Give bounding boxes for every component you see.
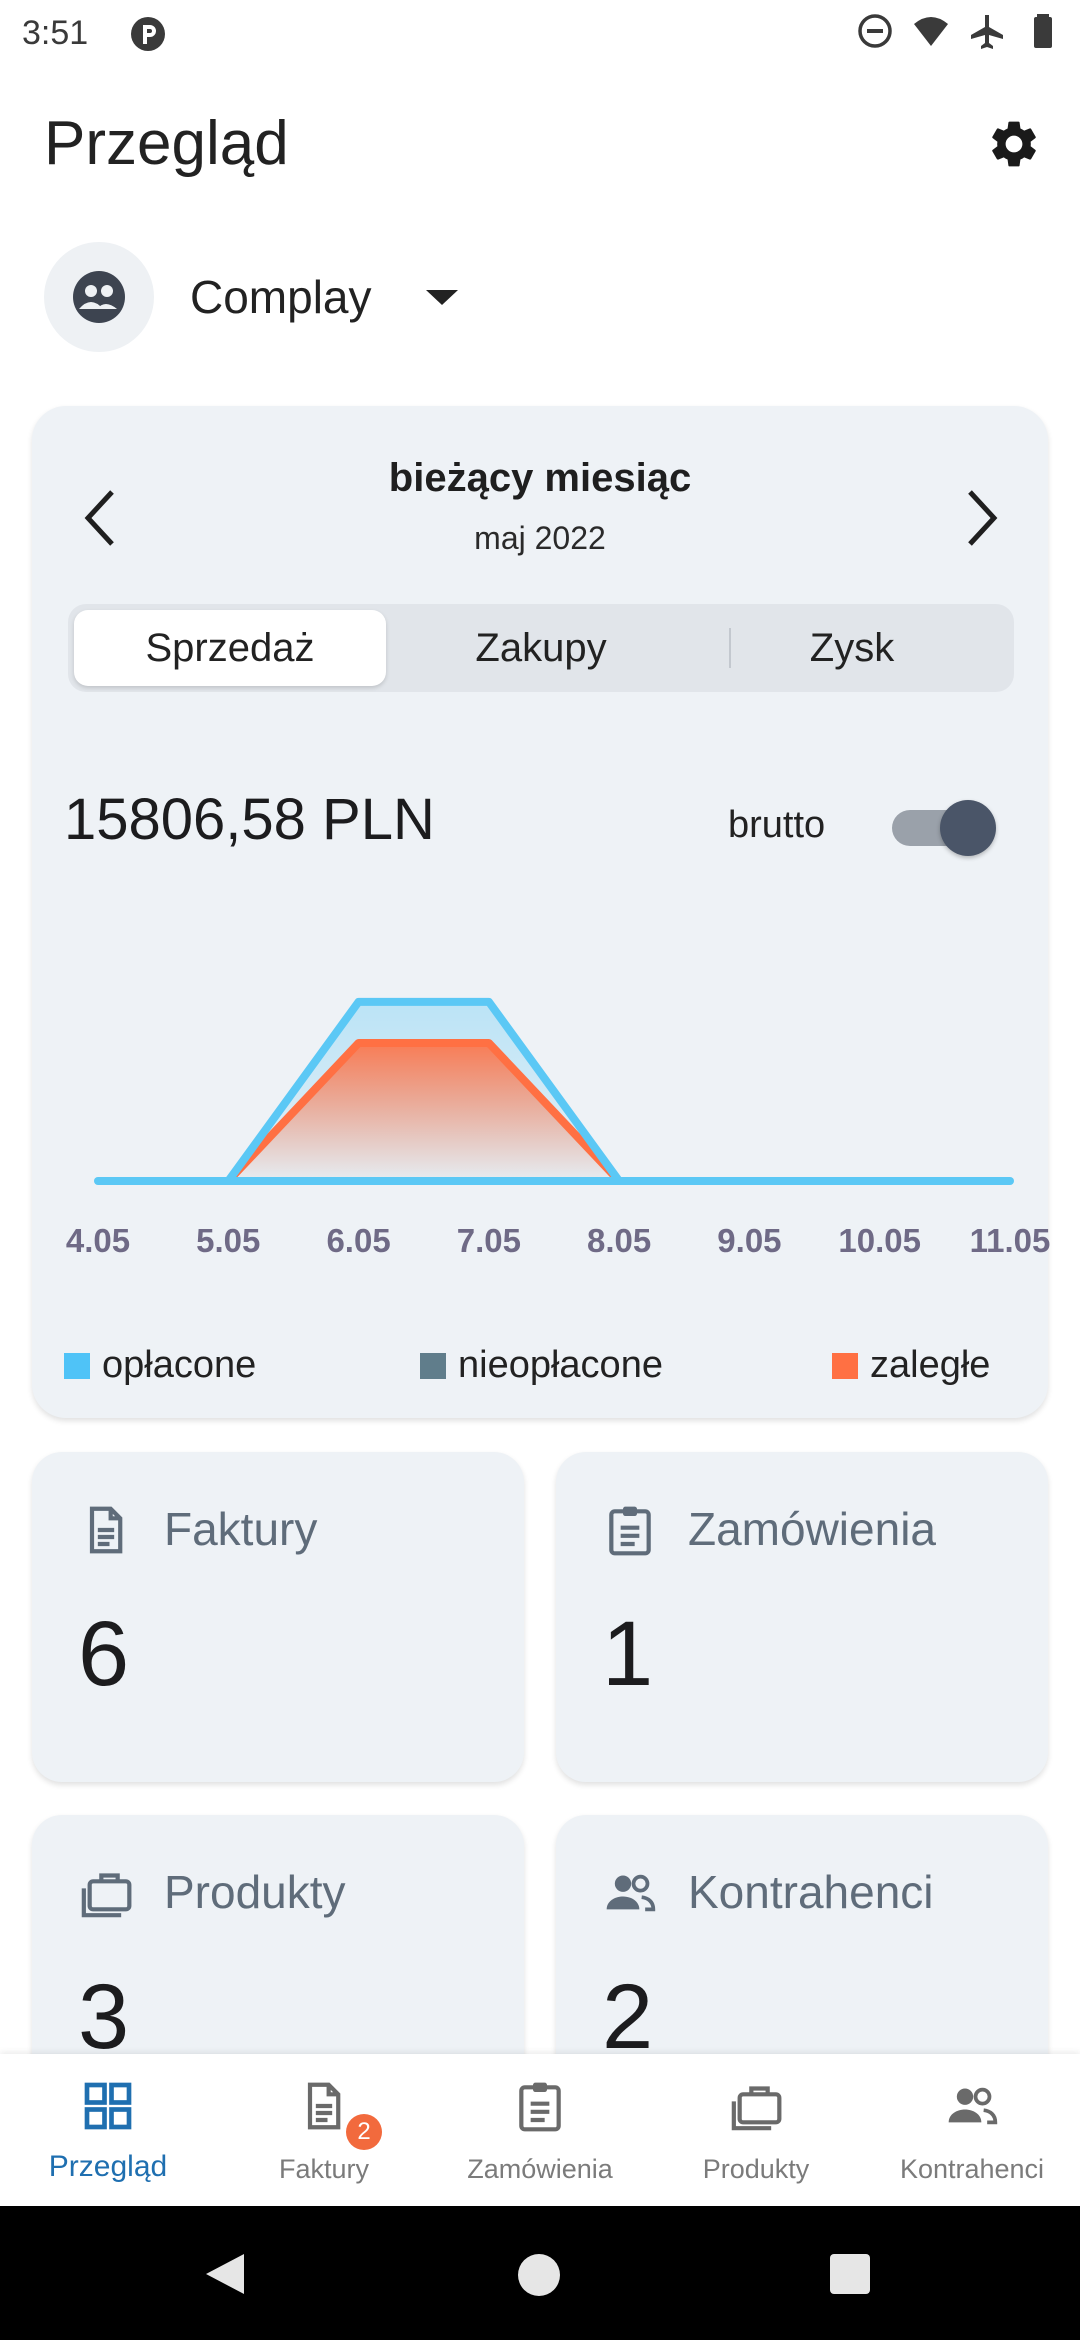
back-icon[interactable] — [206, 2254, 244, 2294]
legend-item-overdue: zaległe — [832, 1344, 990, 1387]
nav-item-orders[interactable]: Zamówienia — [432, 2054, 648, 2206]
chevron-right-icon[interactable] — [948, 480, 1008, 556]
do-not-disturb-icon — [858, 14, 892, 48]
app-icon — [131, 17, 165, 51]
wifi-icon — [914, 17, 948, 46]
tab-sales[interactable]: Sprzedaż — [74, 610, 386, 686]
bottom-navigation: Przegląd 2 Faktury Zamówienia Produkty K… — [0, 2054, 1080, 2206]
tab-profit[interactable]: Zysk — [696, 610, 1008, 686]
system-navigation-bar — [0, 2206, 1080, 2340]
gear-icon[interactable] — [986, 116, 1042, 172]
battery-icon — [1034, 14, 1052, 48]
x-tick-label: 4.05 — [65, 1222, 131, 1259]
summary-card: bieżący miesiąc maj 2022 Sprzedaż Zakupy… — [32, 406, 1051, 1418]
briefcase-icon — [731, 2086, 782, 2131]
caret-down-icon[interactable] — [425, 289, 458, 305]
tile-label: Faktury — [164, 1503, 318, 1555]
company-name: Complay — [190, 271, 372, 323]
clipboard-icon — [519, 2082, 561, 2132]
period-title: bieżący miesiąc — [388, 456, 692, 500]
document-icon — [89, 1506, 123, 1554]
status-time: 3:51 — [22, 14, 89, 52]
briefcase-icon — [81, 1873, 132, 1918]
recent-apps-icon[interactable] — [830, 2254, 870, 2294]
nav-label: Produkty — [702, 2154, 810, 2184]
notification-badge: 2 — [346, 2114, 382, 2150]
nav-item-overview[interactable]: Przegląd — [0, 2054, 216, 2206]
document-icon — [307, 2082, 341, 2130]
gross-toggle[interactable] — [888, 798, 996, 858]
nav-label: Zamówienia — [467, 2154, 613, 2184]
legend-label: zaległe — [870, 1344, 991, 1386]
legend-swatch — [64, 1352, 90, 1379]
people-icon — [948, 2087, 998, 2125]
x-tick-label: 8.05 — [587, 1222, 652, 1259]
sales-chart — [94, 997, 1014, 1185]
clipboard-icon — [609, 1506, 651, 1556]
tile-invoices[interactable]: Faktury 6 — [32, 1452, 524, 1782]
people-circle-icon — [73, 271, 125, 323]
period-month: maj 2022 — [474, 520, 606, 556]
x-tick-label: 5.05 — [196, 1222, 261, 1259]
company-selector[interactable]: Complay — [44, 242, 458, 352]
nav-item-products[interactable]: Produkty — [648, 2054, 864, 2206]
airplane-icon — [971, 15, 1003, 49]
tile-label: Produkty — [164, 1866, 346, 1918]
home-icon[interactable] — [518, 2254, 560, 2296]
x-tick-label: 11.05 — [969, 1222, 1051, 1259]
tile-orders[interactable]: Zamówienia 1 — [556, 1452, 1048, 1782]
x-tick-label: 9.05 — [717, 1222, 782, 1259]
legend-swatch — [832, 1352, 858, 1379]
company-avatar — [44, 242, 154, 352]
tab-purchases[interactable]: Zakupy — [385, 610, 697, 686]
status-bar: 3:51 — [0, 0, 1080, 66]
legend-item-paid: opłacone — [64, 1344, 256, 1387]
legend-item-unpaid: nieopłacone — [420, 1344, 663, 1387]
tile-value: 1 — [602, 1603, 654, 1705]
nav-label: Kontrahenci — [899, 2154, 1045, 2184]
tile-label: Kontrahenci — [688, 1866, 934, 1918]
toggle-knob — [940, 800, 996, 856]
page-title: Przegląd — [44, 109, 289, 178]
dashboard-grid-icon — [84, 2082, 132, 2130]
x-tick-label: 6.05 — [326, 1222, 391, 1259]
legend-swatch — [420, 1352, 446, 1379]
legend-label: opłacone — [102, 1344, 257, 1386]
nav-label: Przegląd — [48, 2150, 168, 2183]
nav-label: Faktury — [278, 2154, 370, 2184]
nav-item-invoices[interactable]: 2 Faktury — [216, 2054, 432, 2206]
people-icon — [606, 1874, 656, 1912]
segmented-tabs: Sprzedaż Zakupy Zysk — [68, 604, 1014, 692]
tile-value: 6 — [78, 1603, 130, 1705]
nav-item-contractors[interactable]: Kontrahenci — [864, 2054, 1080, 2206]
tile-label: Zamówienia — [688, 1503, 936, 1555]
gross-toggle-label: brutto — [728, 804, 826, 846]
x-tick-label: 7.05 — [456, 1222, 521, 1259]
x-tick-label: 10.05 — [838, 1222, 921, 1259]
total-amount: 15806,58 PLN — [64, 787, 435, 852]
legend-label: nieopłacone — [458, 1344, 663, 1386]
